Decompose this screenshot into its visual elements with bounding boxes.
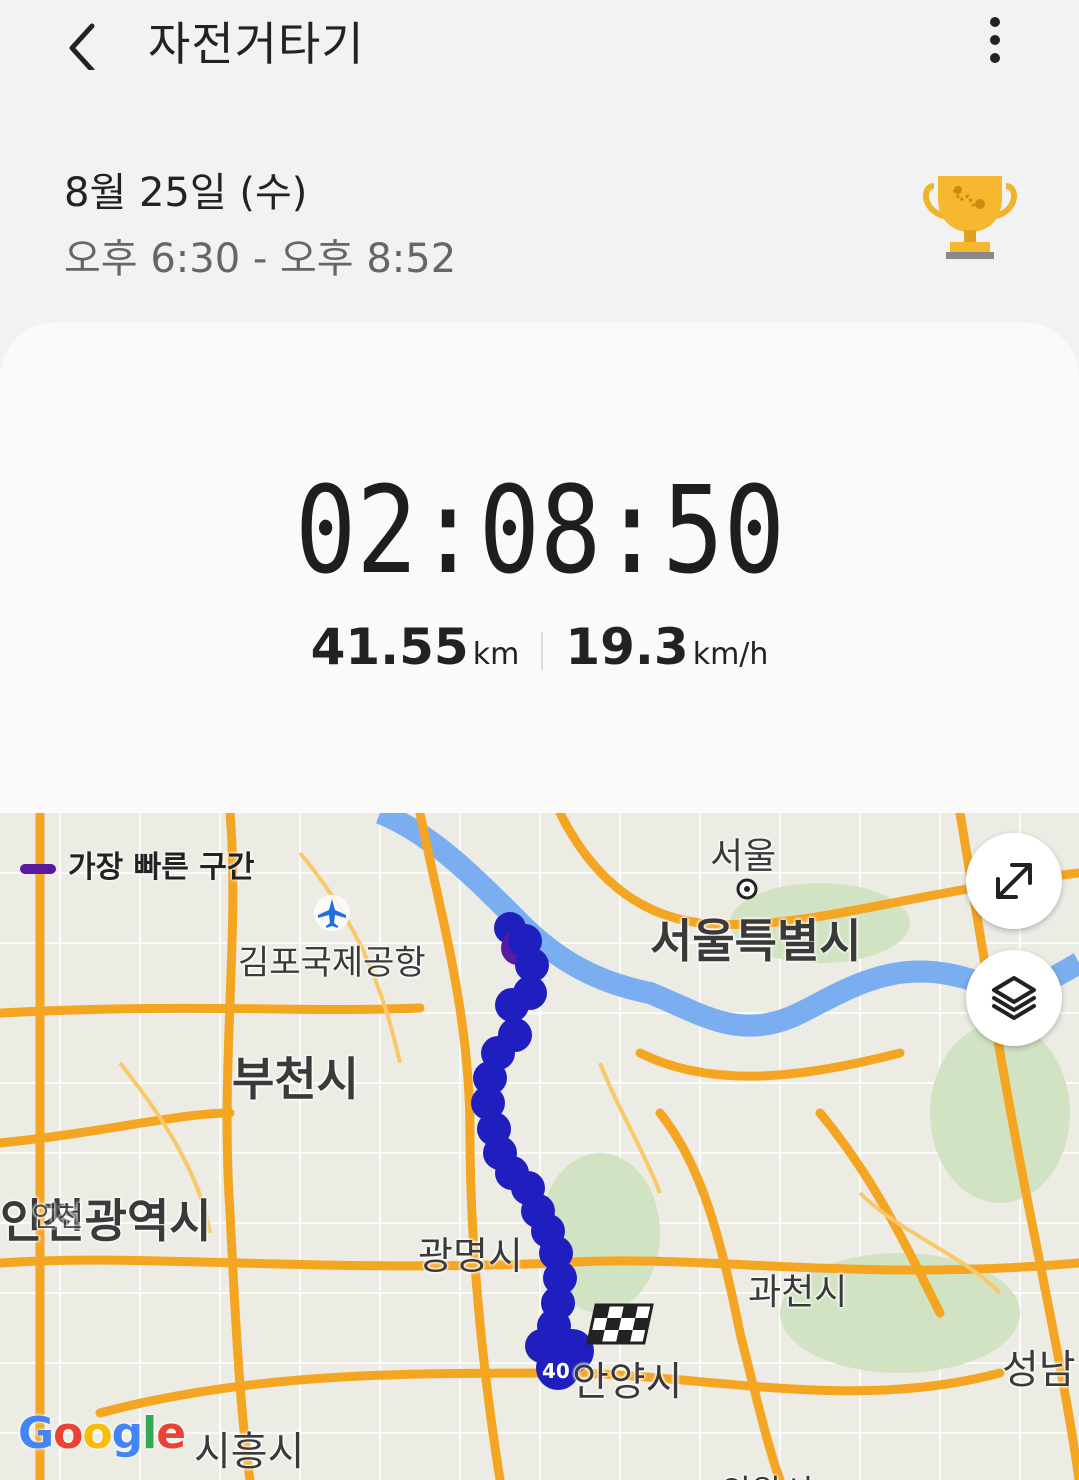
speed-value: 19.3 xyxy=(565,618,689,676)
end-marker-label: 40 xyxy=(542,1359,570,1383)
stats-row: 41.55 km 19.3 km/h xyxy=(0,618,1079,676)
map-label-uiwang: 의왕시 xyxy=(720,1465,814,1480)
finish-flag-icon xyxy=(586,1303,654,1345)
page-title: 자전거타기 xyxy=(148,17,365,71)
duration-timer: 02:08:50 xyxy=(295,470,785,582)
expand-icon xyxy=(996,863,1032,899)
layers-icon xyxy=(992,976,1036,1020)
route-map[interactable]: 40 서울 서울특별시 김포국제공항 부천시 인천광역시 인천 광명시 과천시 … xyxy=(0,813,1079,1480)
map-label-gwacheon: 과천시 xyxy=(748,1272,848,1313)
route-markers: 40 xyxy=(471,912,594,1390)
back-button[interactable] xyxy=(58,10,108,73)
trophy-icon xyxy=(923,176,1017,259)
map-label-siheung: 시흥시 xyxy=(194,1429,305,1475)
top-app-bar: 자전거타기 xyxy=(0,0,1079,90)
legend-label: 가장 빠른 구간 xyxy=(68,850,255,885)
speed-unit: km/h xyxy=(692,637,769,672)
distance-value: 41.55 xyxy=(310,618,469,676)
map-label-seongnam: 성남 xyxy=(1002,1347,1076,1393)
distance-unit: km xyxy=(472,637,520,672)
google-attribution: Google xyxy=(18,1408,186,1459)
more-vertical-icon xyxy=(990,17,1000,63)
airport-icon xyxy=(314,895,350,931)
map-label-gimpo-airport: 김포국제공항 xyxy=(238,943,426,983)
back-chevron-icon xyxy=(69,23,95,73)
expand-map-button[interactable] xyxy=(966,833,1062,929)
map-label-seoul: 서울 xyxy=(710,836,777,877)
more-options-button[interactable] xyxy=(975,10,1015,70)
session-time-range: 오후 6:30 - 오후 8:52 xyxy=(64,236,457,282)
map-label-bucheon: 부천시 xyxy=(232,1052,359,1106)
legend-swatch xyxy=(20,863,56,874)
trophy-button[interactable] xyxy=(920,170,1020,265)
session-date: 8월 25일 (수) xyxy=(64,170,308,216)
map-label-incheon-small: 인천 xyxy=(32,1200,84,1233)
map-layers-button[interactable] xyxy=(966,950,1062,1046)
duration-text: 02:08:50 xyxy=(295,470,785,582)
map-label-seoul-city: 서울특별시 xyxy=(650,914,862,968)
map-legend: 가장 빠른 구간 xyxy=(20,842,255,886)
map-label-anyang: 안양시 xyxy=(572,1359,683,1405)
map-label-gwangmyeong: 광명시 xyxy=(418,1234,523,1278)
map-roads: 40 xyxy=(0,813,1079,1480)
stats-divider xyxy=(541,631,544,670)
